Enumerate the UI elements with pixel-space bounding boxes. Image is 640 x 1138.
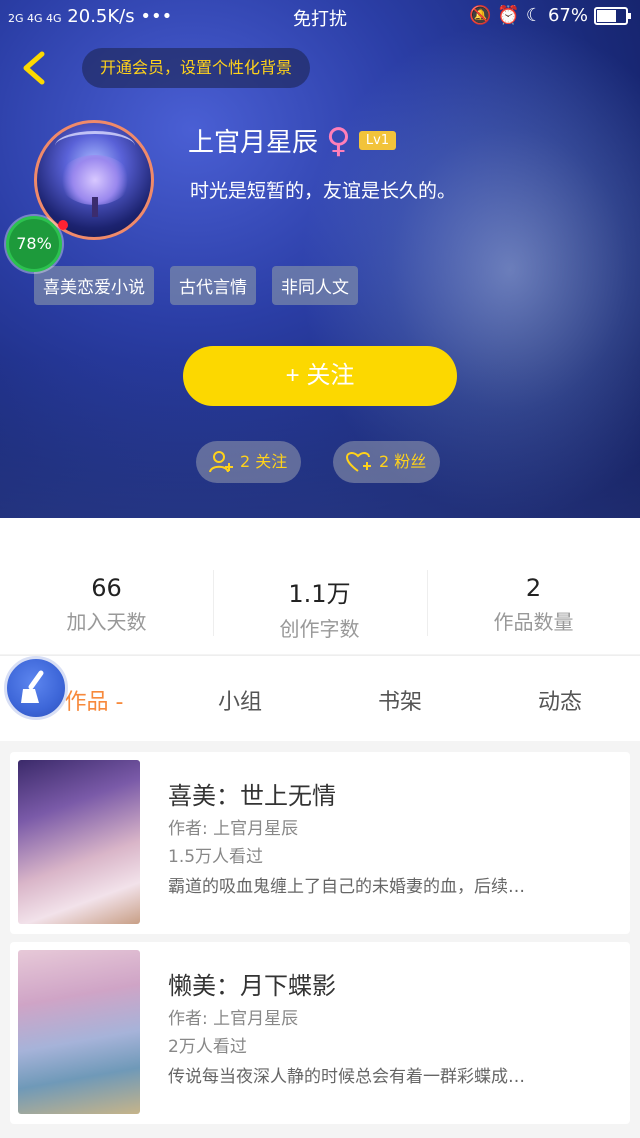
book-author: 作者: 上官月星辰: [168, 1009, 299, 1029]
stat-words: 1.1万 创作字数: [279, 580, 360, 641]
broom-icon: [21, 670, 44, 703]
heart-add-icon: [345, 452, 371, 472]
status-bar: 2G 4G 4G 20.5K/s ••• 免打扰 🔕 ⏰ ☾ 67%: [0, 0, 640, 32]
progress-badge[interactable]: 78%: [6, 216, 62, 272]
stat-days: 66 加入天数: [66, 574, 147, 634]
tab-activity[interactable]: 动态: [480, 684, 640, 716]
status-right: 🔕 ⏰ ☾ 67%: [469, 5, 631, 26]
book-cover: [18, 950, 140, 1114]
following-button[interactable]: 2 关注: [196, 441, 302, 483]
username: 上官月星辰: [188, 128, 319, 158]
battery-percent: 67%: [547, 5, 588, 26]
battery-icon: [594, 6, 631, 25]
fans-button[interactable]: 2 粉丝: [333, 441, 441, 483]
book-title: 喜美：世上无情: [168, 782, 336, 810]
book-cover: [18, 760, 140, 924]
tag[interactable]: 喜美恋爱小说: [34, 266, 154, 305]
chevron-left-icon: [23, 51, 45, 85]
add-user-icon: [209, 451, 233, 473]
profile-name-row: 上官月星辰 ♀ Lv1: [188, 120, 397, 161]
notification-dot: [58, 220, 68, 230]
level-badge: Lv1: [358, 131, 397, 150]
stat-works: 2 作品数量: [493, 574, 574, 634]
book-views: 1.5万人看过: [168, 847, 264, 867]
alarm-icon: ⏰: [497, 5, 520, 26]
book-card[interactable]: 懒美：月下蝶影 作者: 上官月星辰 2万人看过 传说每当夜深人静的时候总会有着一…: [10, 942, 630, 1124]
following-count: 2 关注: [240, 452, 288, 471]
profile-stats: 66 加入天数 1.1万 创作字数 2 作品数量: [0, 518, 640, 654]
signature: 时光是短暂的，友谊是长久的。: [190, 180, 457, 202]
tag-list: 喜美恋爱小说 古代言情 非同人文: [34, 266, 358, 305]
tab-bookshelf[interactable]: 书架: [320, 684, 480, 716]
vip-background-button[interactable]: 开通会员，设置个性化背景: [82, 48, 311, 88]
follow-button[interactable]: + 关注: [183, 346, 457, 406]
fans-count: 2 粉丝: [379, 452, 427, 471]
bell-mute-icon: 🔕: [469, 5, 492, 26]
tag[interactable]: 非同人文: [272, 266, 358, 305]
tab-groups[interactable]: 小组: [160, 684, 320, 716]
tag[interactable]: 古代言情: [170, 266, 256, 305]
book-card[interactable]: 喜美：世上无情 作者: 上官月星辰 1.5万人看过 霸道的吸血鬼缠上了自己的未婚…: [10, 752, 630, 934]
back-button[interactable]: [16, 48, 56, 88]
female-icon: ♀: [326, 120, 351, 161]
avatar-trunk: [92, 197, 98, 217]
book-author: 作者: 上官月星辰: [168, 819, 299, 839]
battery-fill: [597, 9, 616, 22]
book-description: 传说每当夜深人静的时候总会有着一群彩蝶成…: [168, 1067, 525, 1087]
book-views: 2万人看过: [168, 1037, 247, 1057]
clean-floating-button[interactable]: [4, 656, 68, 720]
moon-icon: ☾: [525, 5, 542, 26]
tab-bar: 作品 - 小组 书架 动态: [0, 655, 640, 741]
book-title: 懒美：月下蝶影: [168, 972, 336, 1000]
book-description: 霸道的吸血鬼缠上了自己的未婚妻的血，后续…: [168, 877, 525, 897]
